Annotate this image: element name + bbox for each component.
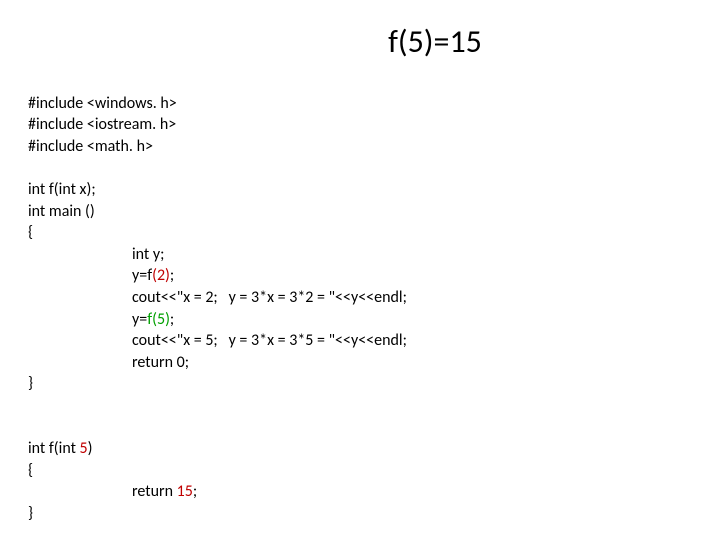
cout-2: cout<<"x = 5; y = 3*x = 3*5 = "<<y<<endl… [28, 331, 407, 350]
include-windows: #include <windows. h> [28, 94, 177, 113]
include-math: #include <math. h> [28, 137, 153, 156]
call-f2: y=f(2); [28, 266, 174, 285]
slide: f(5)=15 #include <windows. h> #include <… [0, 0, 720, 540]
close-brace-2: } [28, 504, 33, 523]
prototype: int f(int x); [28, 180, 96, 199]
open-brace: { [28, 223, 33, 242]
include-iostream: #include <iostream. h> [28, 115, 176, 134]
func-def: int f(int 5) [28, 439, 93, 458]
cout-1: cout<<"x = 2; y = 3*x = 3*2 = "<<y<<endl… [28, 288, 407, 307]
open-brace-2: { [28, 461, 33, 480]
main-decl: int main () [28, 202, 95, 221]
return-0: return 0; [28, 353, 189, 372]
decl-y: int y; [28, 245, 164, 264]
return-15: return 15; [28, 482, 197, 501]
slide-title: f(5)=15 [28, 22, 692, 61]
close-brace: } [28, 374, 33, 393]
call-f5: y=f(5); [28, 310, 174, 329]
code-block: #include <windows. h> #include <iostream… [28, 71, 692, 524]
